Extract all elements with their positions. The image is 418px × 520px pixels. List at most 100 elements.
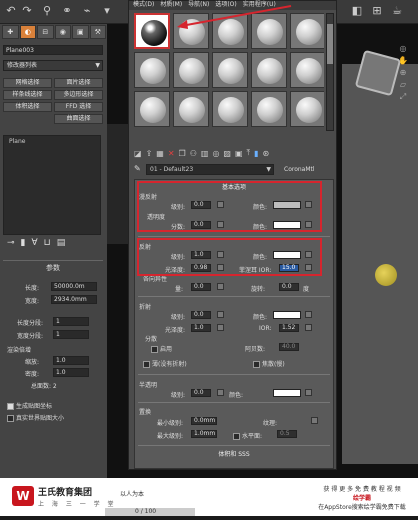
caustics-checkbox[interactable] xyxy=(253,361,260,368)
show-end-icon[interactable]: ▮ xyxy=(21,238,26,252)
bind-icon[interactable]: ⌁ xyxy=(80,4,94,18)
pan-icon[interactable]: ✋ xyxy=(398,56,408,65)
refraction-level-field[interactable]: 0.0 xyxy=(191,311,211,319)
tab-utilities[interactable]: ⚒ xyxy=(89,25,106,39)
object-name-field[interactable]: Plane003 xyxy=(3,45,103,55)
configure-icon[interactable]: ▤ xyxy=(57,238,66,252)
length-segs-field[interactable]: 1 xyxy=(53,317,89,326)
refraction-gloss-field[interactable]: 1.0 xyxy=(191,324,211,332)
disp-min-field[interactable]: 0.0mm xyxy=(191,417,217,425)
caustics-row[interactable]: 焦散(慢) xyxy=(253,359,285,368)
link-icon[interactable]: ⚲ xyxy=(40,4,54,18)
spline-select-button[interactable]: 样条线选择 xyxy=(3,90,52,100)
redo-icon[interactable]: ↷ xyxy=(20,4,34,18)
tab-display[interactable]: ▣ xyxy=(72,25,89,39)
modifier-list-dropdown[interactable]: 修改器列表 ▼ xyxy=(3,60,103,71)
sample-slot[interactable] xyxy=(212,13,248,49)
reflection-color-map-button[interactable] xyxy=(305,251,312,258)
show-end-result-icon[interactable]: ▣ xyxy=(235,149,243,158)
refraction-level-map-button[interactable] xyxy=(217,311,224,318)
sample-slot[interactable] xyxy=(290,91,324,127)
get-material-icon[interactable]: ◪ xyxy=(134,149,142,158)
tab-hierarchy[interactable]: ⊟ xyxy=(37,25,54,39)
tab-modify[interactable]: ◐ xyxy=(19,25,36,39)
water-field[interactable]: 0.5 xyxy=(277,430,297,438)
sample-slot[interactable] xyxy=(173,13,209,49)
abbe-field[interactable]: 40.0 xyxy=(279,343,299,351)
mesh-select-button[interactable]: 网格选择 xyxy=(3,78,52,88)
unlink-icon[interactable]: ⚭ xyxy=(60,4,74,18)
material-nav-icon[interactable]: ⊛ xyxy=(263,149,270,158)
sample-slot[interactable] xyxy=(173,52,209,88)
menu-material[interactable]: 材质(M) xyxy=(160,1,182,10)
fov-icon[interactable]: ▱ xyxy=(400,80,406,89)
trans-level-map-button[interactable] xyxy=(217,389,224,396)
scale-field[interactable]: 1.0 xyxy=(53,356,89,365)
water-checkbox[interactable] xyxy=(233,433,240,440)
fresnel-field[interactable]: 15.0 xyxy=(279,264,299,272)
ffd-select-button[interactable]: FFD 选择 xyxy=(54,102,103,112)
water-row[interactable]: 水平面: xyxy=(233,431,262,440)
timeline-slider[interactable]: 0 / 100 xyxy=(105,508,195,516)
menu-mode[interactable]: 模式(D) xyxy=(133,1,154,10)
translucency-color-map-button[interactable] xyxy=(305,221,312,228)
reflection-color-swatch[interactable] xyxy=(273,251,301,259)
menu-options[interactable]: 选项(O) xyxy=(215,1,236,10)
surface-select-button[interactable]: 曲面选择 xyxy=(54,114,103,124)
sample-slot[interactable] xyxy=(134,91,170,127)
fresnel-map-button[interactable] xyxy=(305,264,312,271)
teapot-icon[interactable]: ☕ xyxy=(390,4,404,18)
gloss-map-button[interactable] xyxy=(217,264,224,271)
width-segs-field[interactable]: 1 xyxy=(53,330,89,339)
diffuse-level-field[interactable]: 0.0 xyxy=(191,201,211,209)
render-icon[interactable]: ◧ xyxy=(350,4,364,18)
refraction-color-swatch[interactable] xyxy=(273,311,301,319)
refraction-gloss-map-button[interactable] xyxy=(217,324,224,331)
menu-utilities[interactable]: 实用程序(U) xyxy=(243,1,276,10)
thin-checkbox[interactable] xyxy=(143,361,150,368)
patch-select-button[interactable]: 面片选择 xyxy=(54,78,103,88)
gen-uv-row[interactable]: 生成贴图坐标 xyxy=(7,401,52,410)
put-to-scene-icon[interactable]: ⇪ xyxy=(146,149,153,158)
menu-navigation[interactable]: 导航(N) xyxy=(188,1,209,10)
remove-modifier-icon[interactable]: ⊔ xyxy=(44,238,51,252)
sample-slot[interactable] xyxy=(212,52,248,88)
translucency-color-swatch[interactable] xyxy=(273,221,301,229)
trans-level-field[interactable]: 0.0 xyxy=(191,389,211,397)
sample-slot[interactable] xyxy=(134,52,170,88)
modifier-stack[interactable]: Plane xyxy=(3,135,101,235)
density-field[interactable]: 1.0 xyxy=(53,368,89,377)
aniso-amount-map-button[interactable] xyxy=(217,283,224,290)
sample-slot[interactable] xyxy=(173,91,209,127)
gloss-field[interactable]: 0.98 xyxy=(191,264,211,272)
width-field[interactable]: 2934.0mm xyxy=(51,295,97,304)
fraction-field[interactable]: 0.0 xyxy=(191,221,211,229)
length-field[interactable]: 50000.0m xyxy=(51,282,97,291)
sample-slot[interactable] xyxy=(212,91,248,127)
reflection-level-field[interactable]: 1.0 xyxy=(191,251,211,259)
gen-uv-checkbox[interactable] xyxy=(7,403,14,410)
tab-motion[interactable]: ◉ xyxy=(54,25,71,39)
select-filter-icon[interactable]: ▾ xyxy=(100,4,114,18)
viewport-light-sphere[interactable] xyxy=(375,264,397,286)
sample-slot[interactable] xyxy=(251,13,287,49)
effects-channel-icon[interactable]: ◎ xyxy=(212,149,219,158)
trans-color-map-button[interactable] xyxy=(305,389,312,396)
eyedropper-icon[interactable]: ✎ xyxy=(134,164,141,173)
reflection-level-map-button[interactable] xyxy=(217,251,224,258)
reset-icon[interactable]: ✕ xyxy=(168,149,175,158)
show-map-icon[interactable]: ▨ xyxy=(223,149,231,158)
material-type-button[interactable]: CoronaMtl xyxy=(284,166,315,173)
slots-scrollbar[interactable] xyxy=(326,13,334,131)
go-parent-icon[interactable]: ⤒ xyxy=(247,148,251,158)
make-unique-icon[interactable]: ∀ xyxy=(32,238,38,252)
real-world-row[interactable]: 真实世界贴图大小 xyxy=(7,413,64,422)
disp-texture-map-button[interactable] xyxy=(311,417,318,424)
render-setup-icon[interactable]: ⊞ xyxy=(370,4,384,18)
orbit-icon[interactable]: ◎ xyxy=(400,44,407,53)
diffuse-level-map-button[interactable] xyxy=(217,201,224,208)
basic-options-header[interactable]: 基本选项 xyxy=(135,182,333,191)
aniso-amount-field[interactable]: 0.0 xyxy=(191,283,211,291)
sample-slot[interactable] xyxy=(251,52,287,88)
go-sibling-icon[interactable]: ▮ xyxy=(254,149,258,158)
